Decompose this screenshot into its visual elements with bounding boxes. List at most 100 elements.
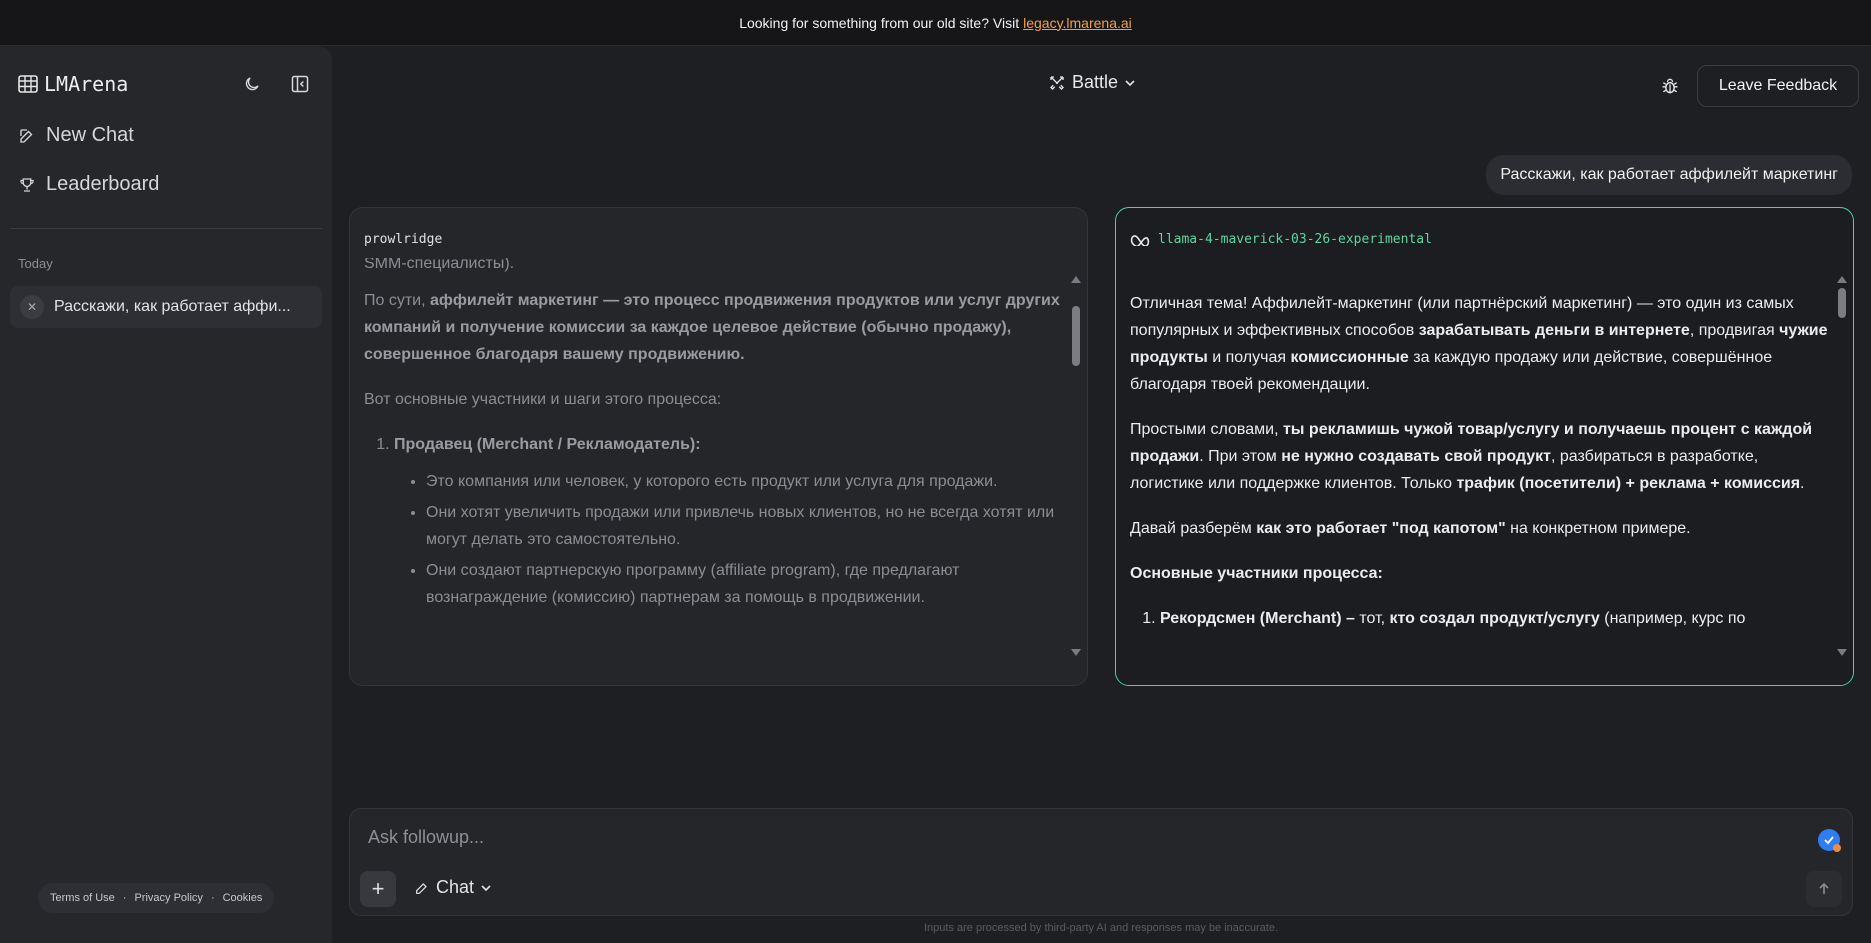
bullet-item: Они хотят увеличить продажи или привлечь… [426,499,1064,553]
chat-history-item[interactable]: ✕ Расскажи, как работает аффи... [10,286,322,328]
leaderboard-label: Leaderboard [46,173,160,195]
privacy-link[interactable]: Privacy Policy [134,892,202,904]
plus-icon: + [371,876,385,901]
top-banner: Looking for something from our old site?… [0,0,1871,46]
model-name-text: llama-4-maverick-03-26-experimental [1158,232,1432,247]
terms-link[interactable]: Terms of Use [50,892,115,904]
text: . [1800,475,1805,492]
theme-toggle-button[interactable] [238,70,266,98]
scroll-thumb[interactable] [1838,288,1846,318]
bold-text: зарабатывать деньги в интернете [1418,322,1690,339]
bold-text: комиссионные [1290,349,1409,366]
followup-input[interactable]: Ask followup... [368,827,484,848]
paragraph: Отличная тема! Аффилейт-маркетинг (или п… [1130,290,1830,398]
bold-text: Рекордсмен (Merchant) – [1160,610,1355,627]
bold-text: трафик (посетители) + реклама + комиссия [1456,475,1801,492]
chat-history-label: Расскажи, как работает аффи... [54,298,291,315]
model-name-right: llama-4-maverick-03-26-experimental [1130,232,1432,247]
footer-links: Terms of Use · Privacy Policy · Cookies [38,883,275,913]
notification-dot [1833,844,1841,852]
bullet-item: Они создают партнерскую программу (affil… [426,557,1064,611]
verified-badge[interactable] [1818,829,1841,852]
disclaimer: Inputs are processed by third-party AI a… [923,922,1279,934]
send-button[interactable] [1806,871,1842,907]
bold-text: Основные участники процесса: [1130,565,1383,582]
model-name-left: prowlridge [364,232,442,247]
sidebar-divider [10,228,322,229]
chat-mode-label: Chat [436,877,475,897]
close-icon[interactable]: ✕ [20,295,44,319]
banner-text: Looking for something from our old site?… [739,14,1020,31]
paragraph: По сути, аффилейт маркетинг — это процес… [364,287,1064,368]
cookies-link[interactable]: Cookies [223,892,263,904]
fade-overlay [350,635,1087,685]
response-content-right: Отличная тема! Аффилейт-маркетинг (или п… [1130,290,1830,685]
text: По сути, [364,292,430,309]
sidebar: LMArena New Chat Leaderboard Today ✕ Рас… [0,46,332,943]
chat-mode-selector[interactable]: Chat [414,877,492,898]
bold-text: кто создал продукт/услугу [1389,610,1600,627]
mode-label: Battle [1072,72,1119,92]
leaderboard-button[interactable]: Leaderboard [18,173,159,196]
meta-logo-icon [1130,234,1150,246]
bold-text: не нужно создавать свой продукт [1281,448,1551,465]
swords-icon [1050,75,1064,90]
mode-selector[interactable]: Battle [1048,72,1136,93]
brand[interactable]: LMArena [18,72,128,96]
new-chat-label: New Chat [46,124,134,146]
report-bug-button[interactable] [1656,72,1684,100]
numbered-list: Продавец (Merchant / Рекламодатель): Это… [394,431,1064,611]
text: (например, курс по [1599,610,1746,627]
text: на конкретном примере. [1505,520,1691,537]
list-item: Продавец (Merchant / Рекламодатель): Это… [394,431,1064,611]
trophy-icon [20,177,34,192]
chevron-down-icon [1125,79,1135,86]
chevron-down-icon [481,884,491,891]
paragraph: Основные участники процесса: [1130,560,1830,587]
attach-button[interactable]: + [360,871,396,907]
bullet-item: Это компания или человек, у которого ест… [426,468,1064,495]
text: тот, [1354,610,1390,627]
list-item: Рекордсмен (Merchant) – тот, кто создал … [1160,605,1830,632]
list-item-title: Продавец (Merchant / Рекламодатель): [394,436,701,453]
pencil-icon [416,882,427,894]
new-chat-button[interactable]: New Chat [18,124,134,147]
bold-text: как это работает "под капотом" [1256,520,1506,537]
text: Давай разберём [1130,520,1257,537]
text: . При этом [1199,448,1282,465]
response-panel-right[interactable]: llama-4-maverick-03-26-experimental Отли… [1115,207,1854,686]
scroll-down-icon[interactable] [1837,649,1847,656]
response-content-left: SMM-специалисты). По сути, аффилейт марк… [364,258,1064,668]
scroll-down-icon[interactable] [1071,649,1081,656]
model-name-text: prowlridge [364,232,443,247]
leave-feedback-button[interactable]: Leave Feedback [1697,65,1859,107]
scroll-thumb[interactable] [1072,306,1080,366]
brand-name: LMArena [44,72,129,96]
scrollbar[interactable] [1837,276,1847,656]
response-panel-left[interactable]: prowlridge SMM-специалисты). По сути, аф… [349,207,1088,686]
text: Простыми словами, [1130,421,1283,438]
footer-separator: · [210,892,215,904]
cut-line: SMM-специалисты). [364,258,515,272]
footer-separator: · [122,892,127,904]
sidebar-collapse-icon [291,75,309,93]
moon-icon [245,77,259,91]
collapse-sidebar-button[interactable] [286,70,314,98]
followup-input-box[interactable]: Ask followup... + Chat [349,808,1853,916]
scroll-up-icon[interactable] [1837,276,1847,283]
section-label-today: Today [18,256,53,271]
paragraph: Вот основные участники и шаги этого проц… [364,391,722,408]
paragraph: Давай разберём как это работает "под кап… [1130,515,1830,542]
legacy-link[interactable]: legacy.lmarena.ai [1023,15,1132,31]
scrollbar[interactable] [1071,276,1081,656]
text: , продвигая [1689,322,1780,339]
scroll-up-icon[interactable] [1071,276,1081,283]
numbered-list: Рекордсмен (Merchant) – тот, кто создал … [1160,605,1830,632]
user-message: Расскажи, как работает аффилейт маркетин… [1486,155,1852,195]
bold-text: аффилейт маркетинг — это процесс продвиж… [364,292,1060,363]
paragraph: Простыми словами, ты рекламишь чужой тов… [1130,416,1830,497]
fade-overlay [1116,635,1853,685]
arrow-up-icon [1819,882,1829,894]
bug-icon [1662,78,1678,94]
bullet-list: Это компания или человек, у которого ест… [426,468,1064,611]
